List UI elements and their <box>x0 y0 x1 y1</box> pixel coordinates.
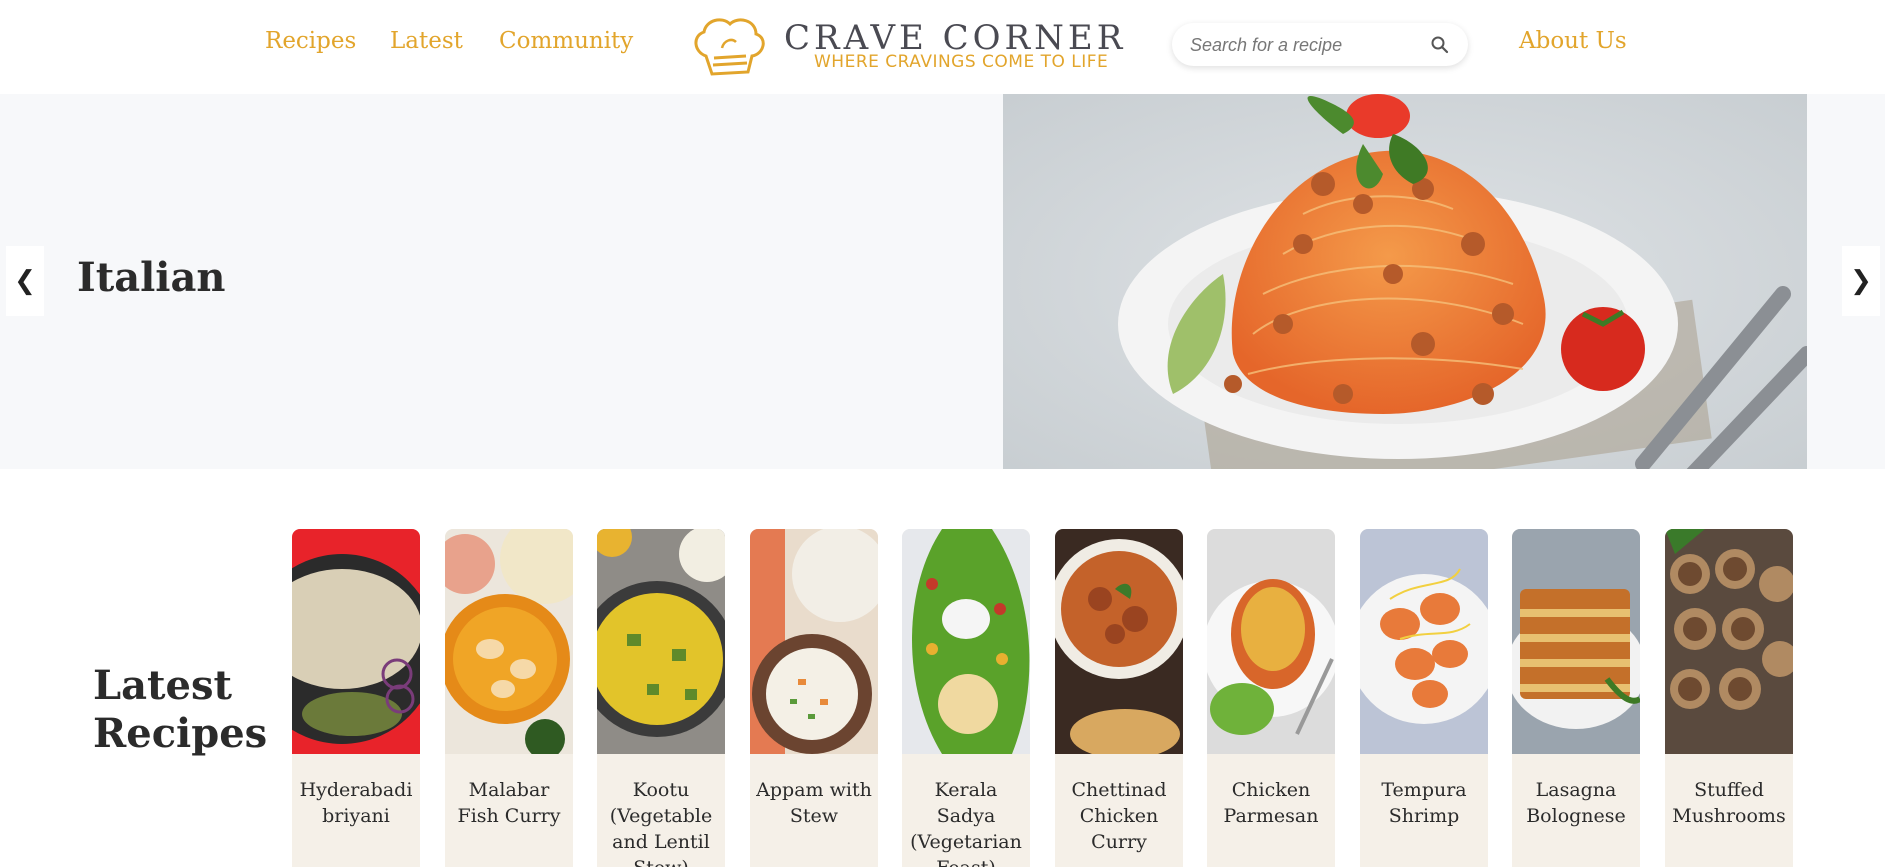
recipe-card[interactable]: Malabar Fish Curry <box>445 529 573 867</box>
search-icon[interactable] <box>1430 35 1450 55</box>
carousel-next-button[interactable]: ❯ <box>1842 246 1880 316</box>
search-box <box>1172 23 1468 66</box>
chef-hat-icon <box>694 18 765 76</box>
recipe-card[interactable]: Chettinad Chicken Curry <box>1055 529 1183 867</box>
recipe-card[interactable]: Appam with Stew <box>750 529 878 867</box>
recipe-card[interactable]: Kerala Sadya (Vegetarian Feast) <box>902 529 1030 867</box>
recipe-image-chicken-parmesan <box>1207 529 1335 754</box>
recipe-image-lasagna-bolognese <box>1512 529 1640 754</box>
site-logo[interactable]: CRAVE CORNER WHERE CRAVINGS COME TO LIFE <box>688 12 1122 78</box>
nav-about-us[interactable]: About Us <box>1519 28 1627 54</box>
recipe-title: Chettinad Chicken Curry <box>1071 779 1167 853</box>
recipe-image-malabar-fish-curry <box>445 529 573 754</box>
carousel-prev-button[interactable]: ❮ <box>6 246 44 316</box>
nav-latest[interactable]: Latest <box>390 28 463 54</box>
recipe-image-kerala-sadya <box>902 529 1030 754</box>
recipe-title: Malabar Fish Curry <box>457 779 561 827</box>
nav-community[interactable]: Community <box>499 28 633 54</box>
recipe-title: Hyderabadi briyani <box>299 779 413 827</box>
recipe-image-stuffed-mushrooms <box>1665 529 1793 754</box>
logo-tagline: WHERE CRAVINGS COME TO LIFE <box>814 52 1109 72</box>
recipe-card[interactable]: Kootu (Vegetable and Lentil Stew) <box>597 529 725 867</box>
recipe-title: Kerala Sadya (Vegetarian Feast) <box>910 779 1022 867</box>
recipe-title: Chicken Parmesan <box>1223 779 1319 827</box>
recipe-image-hyderabadi-briyani <box>292 529 420 754</box>
recipe-image-chettinad-chicken-curry <box>1055 529 1183 754</box>
recipe-card[interactable]: Stuffed Mushrooms <box>1665 529 1793 867</box>
hero-image-spaghetti <box>1003 94 1807 469</box>
hero-title: Italian <box>77 254 226 301</box>
nav-recipes[interactable]: Recipes <box>265 28 356 54</box>
search-input[interactable] <box>1190 31 1420 59</box>
recipe-title: Appam with Stew <box>756 779 872 827</box>
recipe-card[interactable]: Lasagna Bolognese <box>1512 529 1640 867</box>
recipe-title: Lasagna Bolognese <box>1526 779 1626 827</box>
latest-recipes-heading: Latest Recipes <box>93 662 268 757</box>
recipe-title: Stuffed Mushrooms <box>1672 779 1786 827</box>
recipe-card[interactable]: Tempura Shrimp <box>1360 529 1488 867</box>
recipe-card[interactable]: Chicken Parmesan <box>1207 529 1335 867</box>
recipe-card[interactable]: Hyderabadi briyani <box>292 529 420 867</box>
recipe-image-tempura-shrimp <box>1360 529 1488 754</box>
recipe-title: Tempura Shrimp <box>1381 779 1467 827</box>
recipe-image-appam-with-stew <box>750 529 878 754</box>
recipe-title: Kootu (Vegetable and Lentil Stew) <box>609 779 713 867</box>
site-header: Recipes Latest Community CRAVE CORNER WH… <box>0 0 1885 94</box>
recipe-image-kootu <box>597 529 725 754</box>
